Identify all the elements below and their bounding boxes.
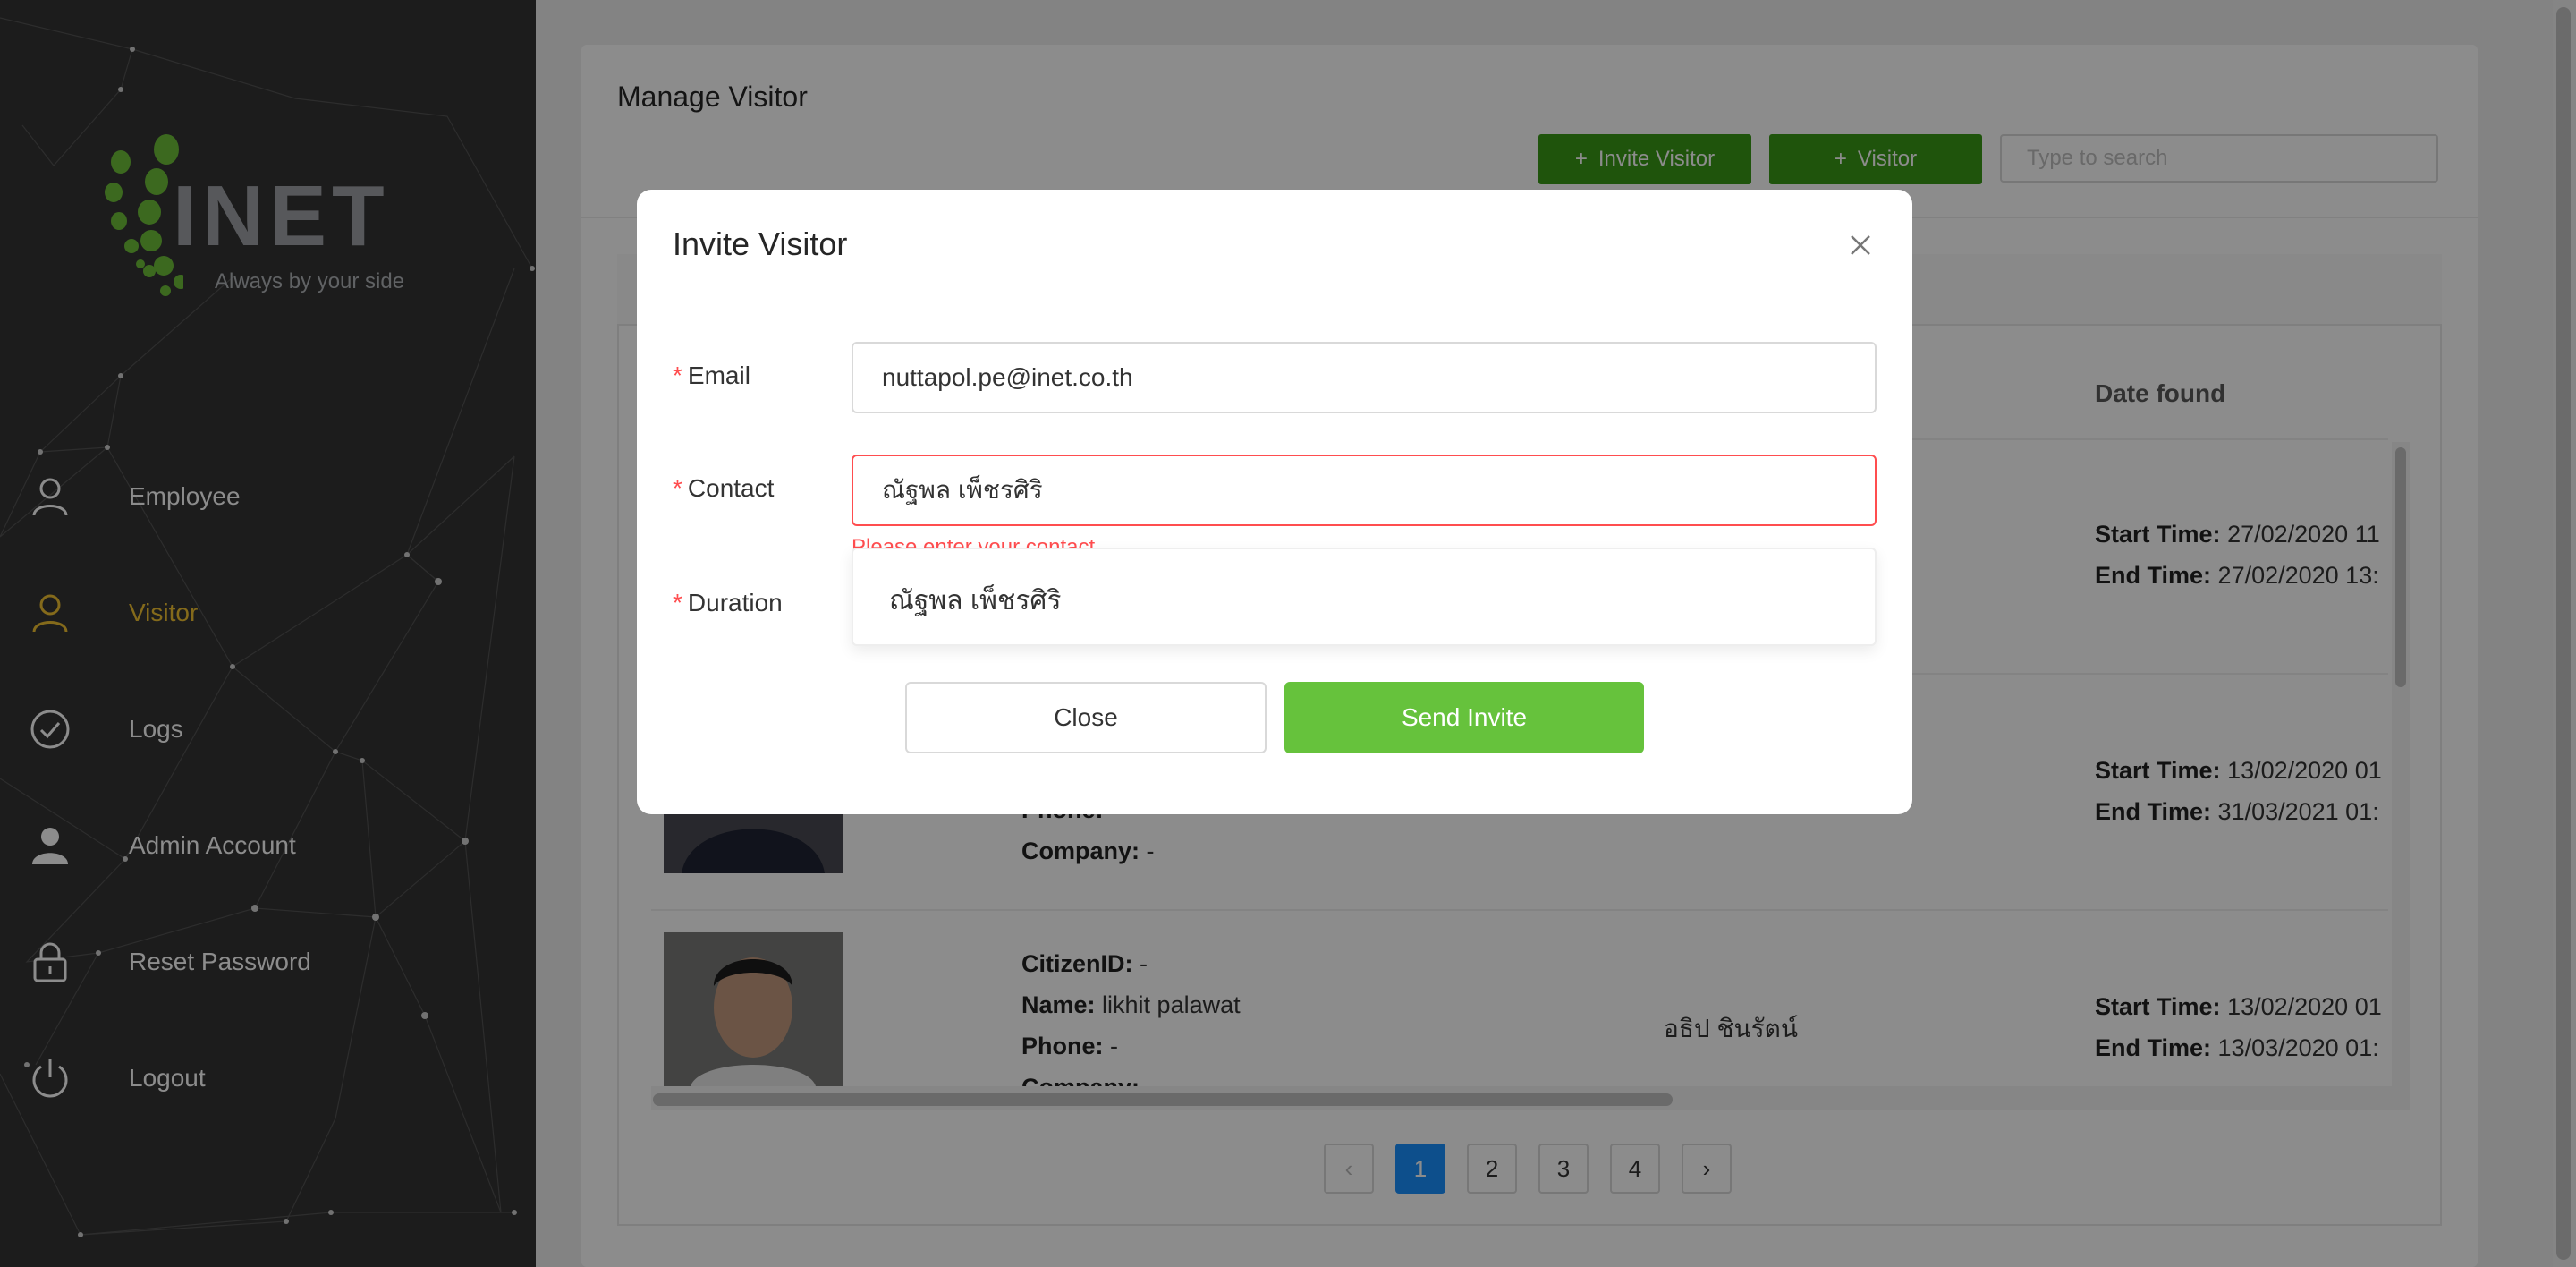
duration-label-text: Duration	[687, 589, 783, 616]
contact-autocomplete-dropdown: ณัฐพล เพ็ชรศิริ	[852, 548, 1877, 646]
autocomplete-option[interactable]: ณัฐพล เพ็ชรศิริ	[889, 580, 1062, 622]
duration-label: * Duration	[673, 589, 783, 617]
required-mark: *	[673, 589, 682, 616]
contact-field[interactable]	[852, 455, 1877, 526]
required-mark: *	[673, 361, 682, 389]
email-label-text: Email	[687, 361, 750, 389]
invite-visitor-modal: Invite Visitor *Email *Contact Please en…	[637, 190, 1912, 814]
required-mark: *	[673, 474, 682, 502]
close-button[interactable]: Close	[905, 682, 1267, 753]
contact-label: * Contact	[673, 474, 774, 503]
email-field[interactable]	[852, 342, 1877, 413]
send-invite-button[interactable]: Send Invite	[1284, 682, 1644, 753]
modal-title: Invite Visitor	[673, 225, 848, 262]
email-label: * Email	[673, 361, 750, 390]
close-icon[interactable]	[1846, 231, 1875, 259]
contact-label-text: Contact	[687, 474, 775, 502]
